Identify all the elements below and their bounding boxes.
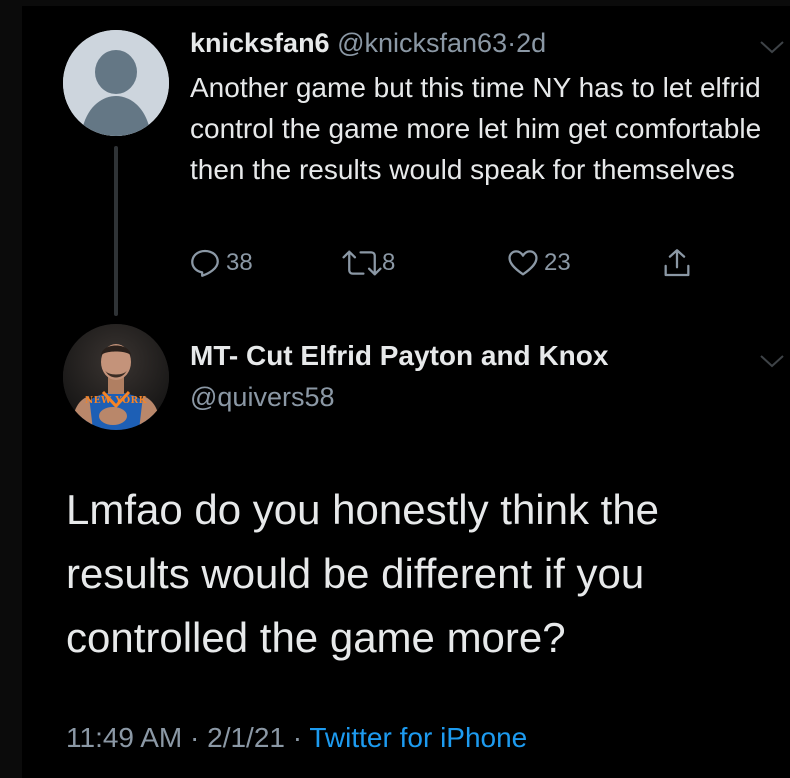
reply-tweet-text: Another game but this time NY has to let…: [190, 72, 762, 185]
reply-count: 38: [226, 249, 253, 276]
frame-edge: [0, 0, 22, 778]
header-separator: ·: [507, 28, 517, 58]
thread-connector-line: [114, 146, 118, 316]
chevron-down-icon: [760, 355, 784, 368]
reply-button[interactable]: 38: [188, 246, 253, 280]
reply-display-name[interactable]: knicksfan6: [190, 28, 330, 58]
player-photo: [63, 324, 169, 430]
chevron-down-icon: [760, 41, 784, 54]
like-button[interactable]: 23: [506, 246, 571, 280]
main-tweet-text: Lmfao do you honestly think the results …: [66, 486, 660, 661]
like-count: 23: [544, 249, 571, 276]
main-handle[interactable]: @quivers58: [190, 382, 334, 413]
reply-icon: [191, 249, 219, 277]
reply-handle[interactable]: @knicksfan63: [337, 28, 507, 58]
share-icon: [664, 249, 690, 277]
reply-tweet-header: knicksfan6 @knicksfan63·2d: [190, 28, 546, 59]
source-link[interactable]: Twitter for iPhone: [309, 722, 527, 753]
retweet-count: 8: [382, 249, 396, 276]
avatar-jersey-text: NEW YORK: [85, 396, 147, 406]
tweet-metadata: 11:49 AM · 2/1/21 · Twitter for iPhone: [66, 722, 527, 754]
share-button[interactable]: [660, 246, 694, 280]
reply-action-bar: 38 8 23: [0, 246, 790, 280]
default-profile-icon: [63, 30, 169, 136]
avatar-knicksfan6[interactable]: [63, 30, 169, 136]
heart-icon: [508, 250, 538, 276]
frame-top: [0, 0, 790, 6]
retweet-button[interactable]: 8: [340, 246, 395, 280]
timestamp-date[interactable]: 2/1/21: [207, 722, 285, 753]
main-more-chevron[interactable]: [758, 352, 786, 370]
main-display-name[interactable]: MT- Cut Elfrid Payton and Knox: [190, 340, 608, 372]
meta-separator: ·: [190, 722, 200, 753]
meta-separator-2: ·: [292, 722, 303, 753]
reply-time-ago[interactable]: 2d: [516, 28, 546, 58]
timestamp-time[interactable]: 11:49 AM: [66, 722, 182, 753]
reply-more-chevron[interactable]: [758, 38, 786, 56]
retweet-icon: [342, 250, 382, 276]
avatar-quivers58[interactable]: NEW YORK: [63, 324, 169, 430]
